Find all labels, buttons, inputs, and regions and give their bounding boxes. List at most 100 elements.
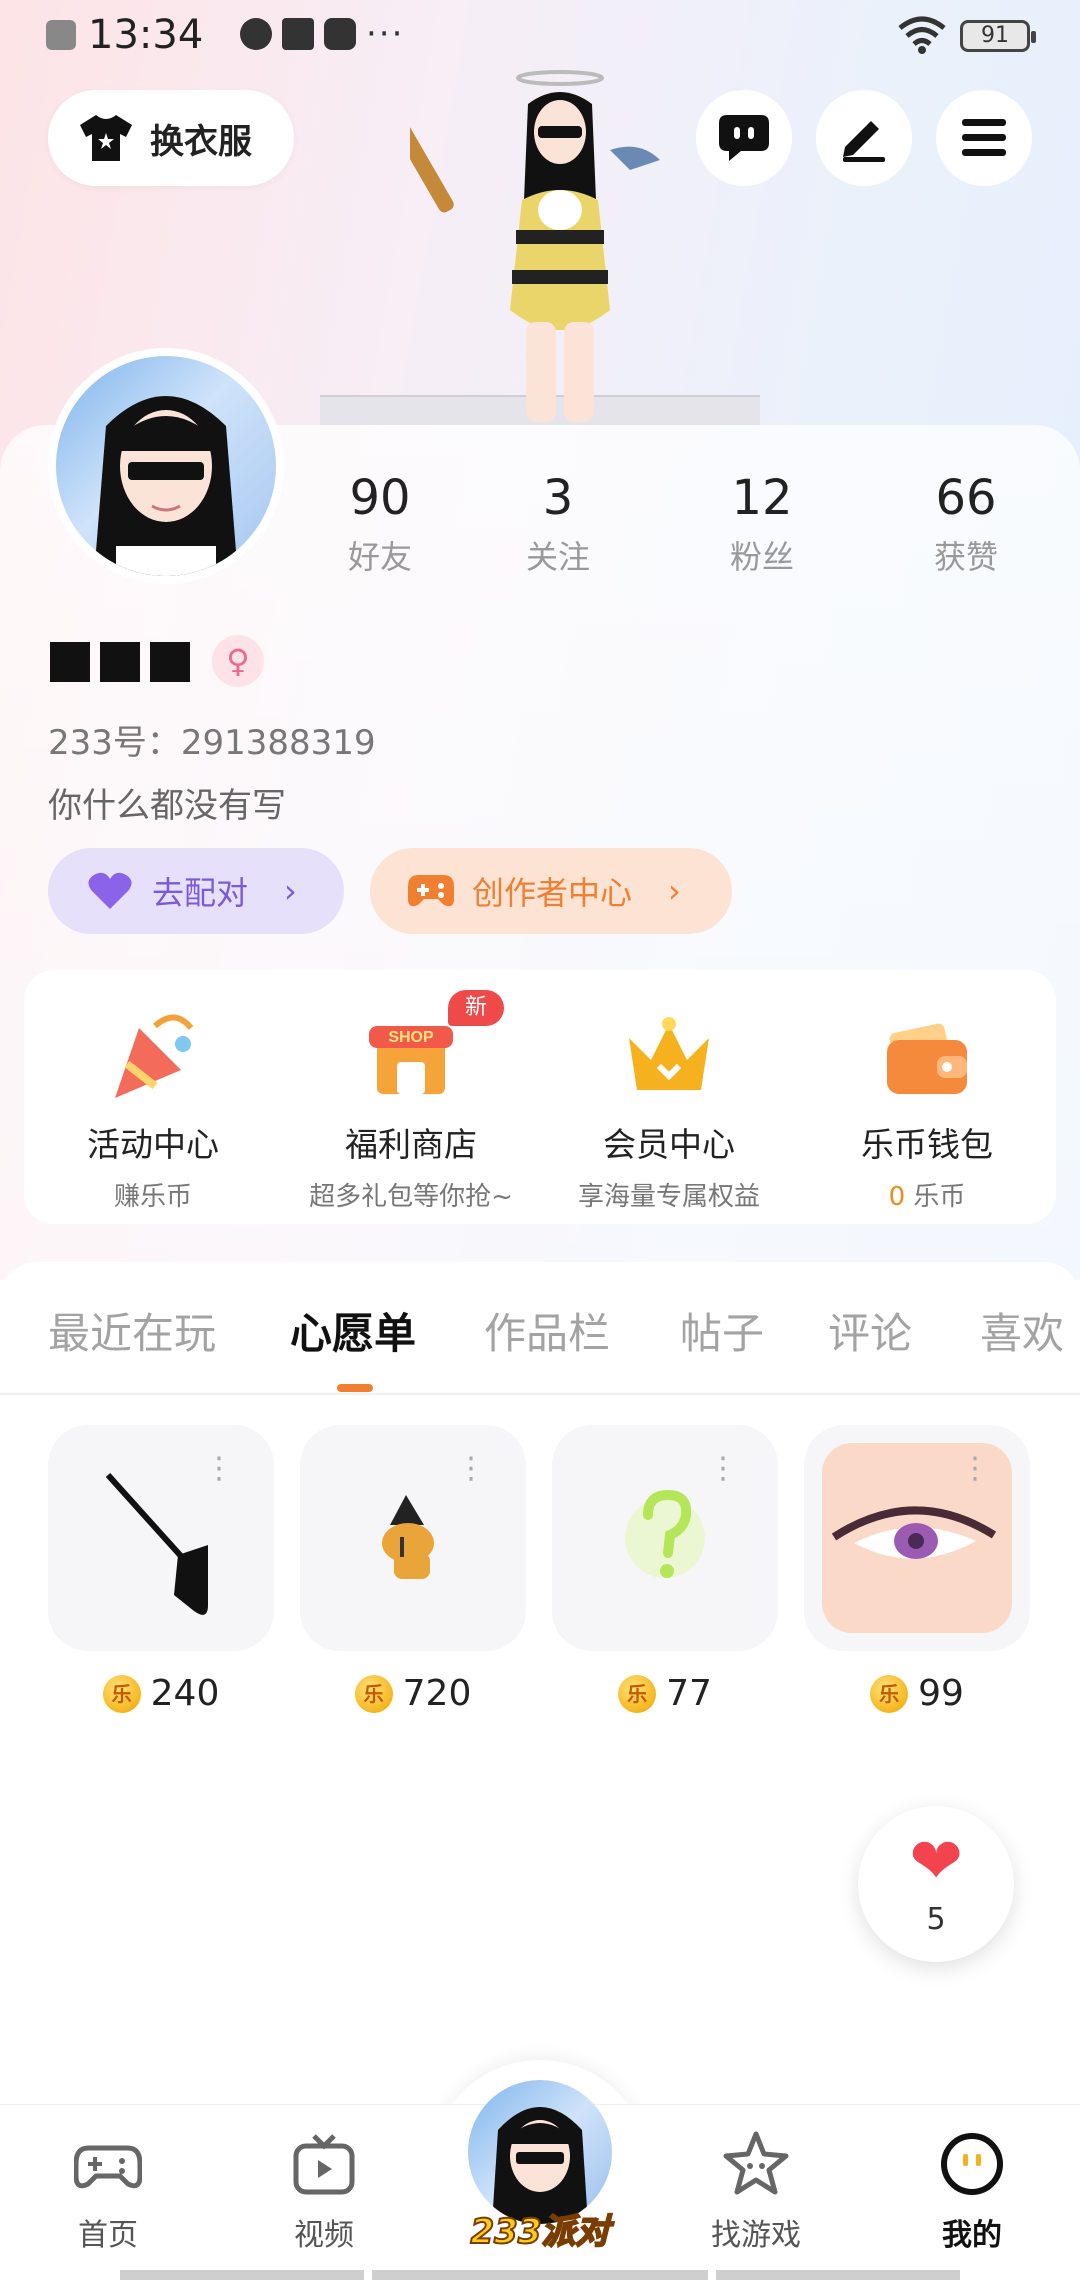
- avatar-3d-figure[interactable]: [410, 60, 710, 430]
- wishlist-price: 77: [666, 1673, 712, 1714]
- more-options-icon[interactable]: ⋮: [204, 1454, 234, 1484]
- feature-activity-center[interactable]: 活动中心 赚乐币: [24, 970, 282, 1224]
- edit-profile-button[interactable]: [816, 90, 912, 186]
- menu-icon: [962, 119, 1006, 156]
- wifi-icon: [898, 16, 946, 54]
- nav-me[interactable]: 我的: [892, 2130, 1052, 2254]
- more-options-icon[interactable]: ⋮: [960, 1454, 990, 1484]
- more-options-icon[interactable]: ⋮: [456, 1454, 486, 1484]
- nav-label: 找游戏: [711, 2218, 801, 2253]
- crown-icon: [629, 1017, 709, 1090]
- more-options-icon[interactable]: ⋮: [708, 1454, 738, 1484]
- svg-text:SHOP: SHOP: [388, 1029, 434, 1046]
- chevron-right-icon: ›: [284, 872, 297, 910]
- change-outfit-button[interactable]: 换衣服: [48, 90, 294, 186]
- coin-icon: 乐: [354, 1674, 393, 1713]
- tv-icon: [293, 2134, 355, 2195]
- match-button[interactable]: 去配对 ›: [48, 848, 344, 934]
- nav-label: 首页: [78, 2218, 138, 2253]
- bag-icon: [105, 1472, 208, 1615]
- user-id: 233号：291388319: [48, 723, 376, 763]
- coin-balance: 0: [888, 1182, 906, 1212]
- nav-label: 我的: [942, 2218, 1002, 2253]
- eye-icon: [822, 1443, 1012, 1633]
- profile-avatar[interactable]: [48, 348, 284, 584]
- creator-center-button[interactable]: 创作者中心 ›: [370, 848, 732, 934]
- creator-center-label: 创作者中心: [472, 874, 633, 912]
- gamepad-icon: [73, 2145, 143, 2189]
- wishlist-price: 720: [402, 1673, 472, 1714]
- stat-label: 获赞: [933, 538, 998, 576]
- tab-divider: [0, 1393, 1080, 1395]
- question-icon: [625, 1489, 705, 1578]
- battery-indicator: 91: [960, 20, 1036, 52]
- crown-notification-icon: [282, 18, 314, 50]
- nav-video[interactable]: 视频: [244, 2130, 404, 2254]
- shirt-icon: [80, 115, 132, 161]
- wishlist-item[interactable]: ⋮ 乐 240: [48, 1425, 274, 1714]
- like-float-button[interactable]: ❤ 5: [858, 1806, 1014, 1962]
- coin-icon: 乐: [870, 1674, 909, 1713]
- stat-fans[interactable]: 12 粉丝: [682, 470, 842, 578]
- star-icon: [723, 2131, 789, 2195]
- tiger-icon: [382, 1495, 434, 1579]
- nav-party-avatar[interactable]: [468, 2080, 612, 2224]
- wishlist-item[interactable]: ⋮ 乐 77: [552, 1425, 778, 1714]
- party-icon: [115, 1014, 194, 1098]
- change-outfit-label: 换衣服: [150, 121, 252, 162]
- edit-icon: [843, 121, 885, 162]
- gesture-bar: [716, 2270, 960, 2280]
- tab-recent-played[interactable]: 最近在玩: [48, 1300, 216, 1361]
- coin-icon: 乐: [618, 1674, 657, 1713]
- nav-label: 视频: [294, 2218, 354, 2253]
- status-time: 13:34: [88, 12, 204, 58]
- nav-home[interactable]: 首页: [28, 2130, 188, 2254]
- chevron-right-icon: ›: [668, 872, 681, 910]
- stat-following[interactable]: 3 关注: [478, 470, 638, 578]
- wishlist-item[interactable]: ⋮ 乐 99: [804, 1425, 1030, 1714]
- stat-friends[interactable]: 90 好友: [300, 470, 460, 578]
- wishlist-item[interactable]: ⋮ 乐 720: [300, 1425, 526, 1714]
- feature-title: 活动中心: [87, 1125, 219, 1164]
- gesture-bar: [372, 2270, 708, 2280]
- stat-value: 90: [349, 470, 411, 526]
- feature-title: 福利商店: [345, 1125, 477, 1164]
- active-tab-indicator: [337, 1384, 373, 1392]
- shop-icon: SHOP: [369, 1026, 453, 1094]
- tab-posts[interactable]: 帖子: [680, 1300, 764, 1361]
- tab-wishlist[interactable]: 心愿单: [290, 1300, 416, 1361]
- tab-comments[interactable]: 评论: [828, 1300, 912, 1361]
- wishlist-price: 240: [150, 1673, 220, 1714]
- feature-title: 会员中心: [603, 1125, 735, 1164]
- feature-coin-wallet[interactable]: 乐币钱包 0 乐币: [798, 970, 1056, 1224]
- more-notifications-icon: ···: [366, 14, 405, 54]
- tab-works[interactable]: 作品栏: [484, 1300, 610, 1361]
- stat-value: 66: [935, 470, 997, 526]
- notification-icon: [240, 18, 272, 50]
- tab-likes[interactable]: 喜欢: [980, 1300, 1064, 1361]
- match-label: 去配对: [152, 874, 249, 912]
- feature-vip-center[interactable]: 会员中心 享海量专属权益: [540, 970, 798, 1224]
- stat-label: 粉丝: [729, 538, 794, 576]
- feature-card: 活动中心 赚乐币 SHOP 福利商店 超多礼包等你抢~ 会员中心 享海量专属权益: [24, 970, 1056, 1224]
- me-icon: [941, 2133, 1003, 2195]
- chat-icon: [719, 115, 769, 161]
- coin-unit: 乐币: [913, 1182, 966, 1212]
- feature-subtitle: 赚乐币: [113, 1182, 192, 1212]
- stat-likes[interactable]: 66 获赞: [886, 470, 1046, 578]
- user-bio: 你什么都没有写: [48, 786, 286, 826]
- wallet-icon: [887, 1023, 967, 1094]
- party-avatar: [492, 2107, 588, 2224]
- menu-button[interactable]: [936, 90, 1032, 186]
- gamepad-icon: [408, 875, 454, 907]
- coin-icon: 乐: [102, 1674, 141, 1713]
- chat-button[interactable]: [696, 90, 792, 186]
- nav-party-label[interactable]: 233派对: [460, 2204, 620, 2253]
- nav-find-games[interactable]: 找游戏: [676, 2130, 836, 2254]
- wishlist-price: 99: [918, 1673, 964, 1714]
- app-close-icon: [46, 20, 76, 50]
- nickname-redacted: [50, 642, 190, 682]
- new-badge: 新: [448, 990, 504, 1026]
- gesture-bar: [120, 2270, 364, 2280]
- feature-subtitle: 0 乐币: [798, 1176, 1056, 1213]
